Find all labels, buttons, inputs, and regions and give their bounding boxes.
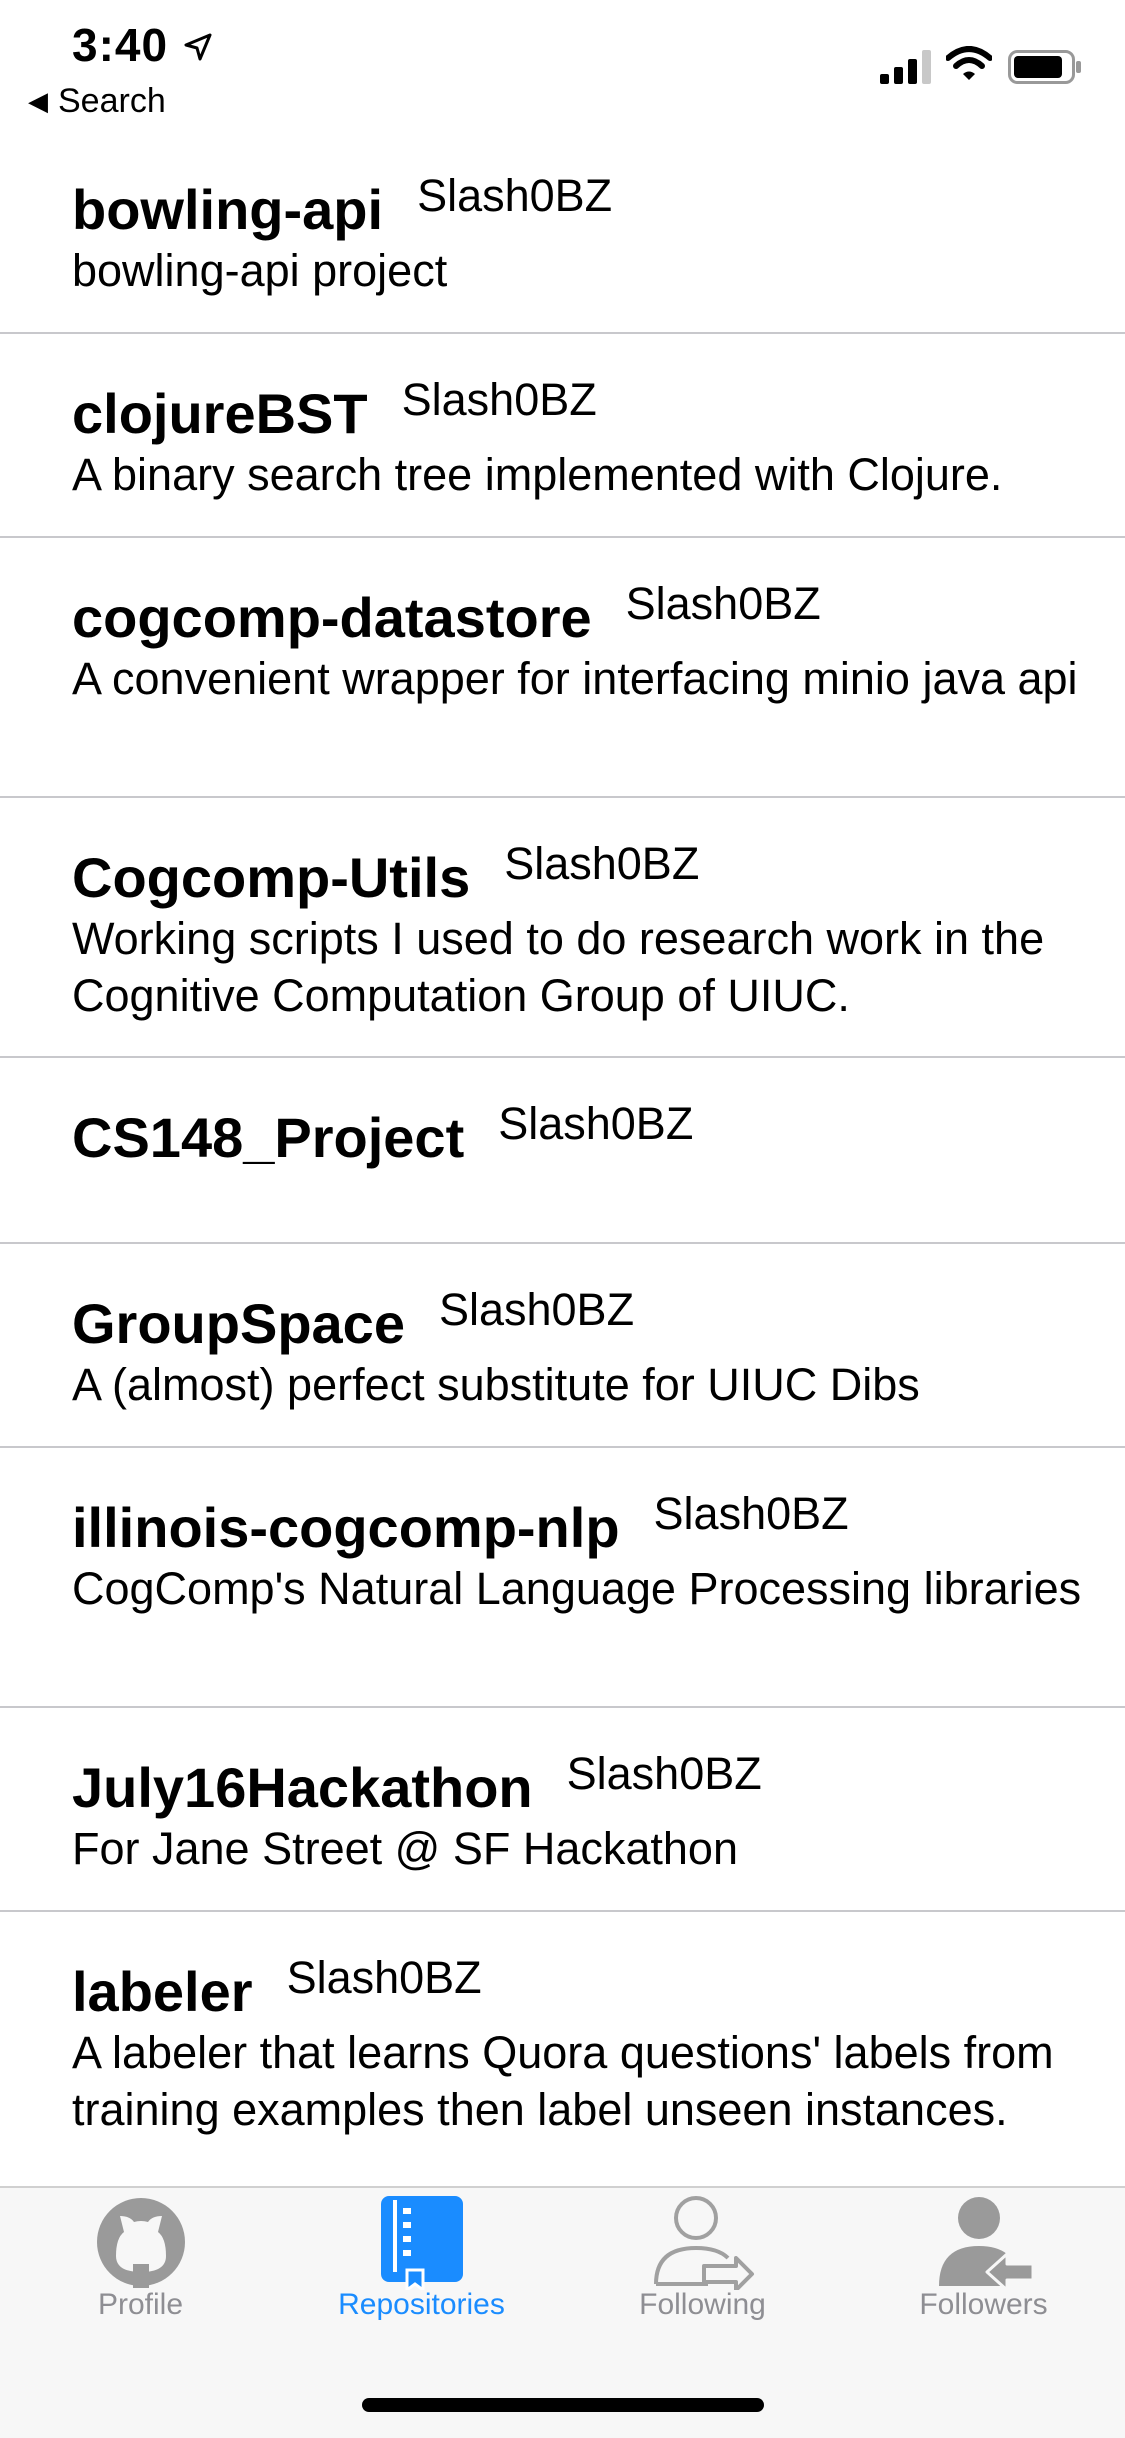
repo-owner: Slash0BZ (286, 1952, 482, 2003)
person-arrow-right-icon (653, 2196, 754, 2290)
repo-description: Working scripts I used to do research wo… (72, 913, 1045, 1021)
repo-name: bowling-api (72, 178, 384, 241)
repo-name: GroupSpace (72, 1292, 405, 1355)
tab-profile[interactable]: Profile (0, 2188, 281, 2328)
github-icon (96, 2198, 185, 2288)
back-triangle-icon: ◀ (28, 86, 48, 116)
repo-row[interactable]: Cogcomp-Utils Slash0BZ Working scripts I … (0, 798, 1125, 1058)
repo-name: labeler (72, 1960, 253, 2023)
repo-description: bowling-api project (72, 245, 448, 296)
wifi-icon (946, 46, 992, 80)
repo-name: clojureBST (72, 382, 368, 445)
repository-list: bowling-api Slash0BZ bowling-api project … (0, 148, 1125, 2242)
battery-icon (1008, 50, 1081, 84)
repo-owner: Slash0BZ (401, 374, 597, 425)
tab-bar: Profile Repositories Following Followers (0, 2186, 1125, 2438)
back-to-search-link[interactable]: ◀ Search (28, 82, 166, 121)
tab-following[interactable]: Following (562, 2188, 843, 2328)
repo-name: July16Hackathon (72, 1756, 533, 1819)
repo-name: Cogcomp-Utils (72, 846, 471, 909)
repo-row[interactable]: cogcomp-datastore Slash0BZ A convenient w… (0, 538, 1125, 798)
tab-label: Profile (97, 2288, 184, 2321)
repo-book-icon (380, 2196, 463, 2290)
tab-repositories[interactable]: Repositories (281, 2188, 562, 2328)
repo-row[interactable]: bowling-api Slash0BZ bowling-api project (0, 148, 1125, 334)
repo-name: cogcomp-datastore (72, 586, 592, 649)
repo-row[interactable]: GroupSpace Slash0BZ A (almost) perfect su… (0, 1244, 1125, 1448)
repo-owner: Slash0BZ (417, 170, 613, 221)
repo-description: A binary search tree implemented with Cl… (72, 449, 1003, 500)
repo-owner: Slash0BZ (438, 1284, 635, 1335)
tab-label: Following (639, 2288, 766, 2321)
repo-row[interactable]: clojureBST Slash0BZ A binary search tree … (0, 334, 1125, 538)
repo-owner: Slash0BZ (504, 838, 700, 889)
status-bar: 3:40 ◀ Search (0, 0, 1125, 132)
repo-description: A (almost) perfect substitute for UIUC D… (72, 1359, 920, 1410)
tab-label: Followers (919, 2288, 1048, 2321)
tab-followers[interactable]: Followers (843, 2188, 1124, 2328)
repo-row[interactable]: CS148_Project Slash0BZ (0, 1058, 1125, 1244)
repo-description: A convenient wrapper for interfacing min… (72, 653, 1078, 704)
repo-name: CS148_Project (72, 1106, 465, 1169)
status-time: 3:40 (72, 19, 169, 71)
repo-row[interactable]: illinois-cogcomp-nlp Slash0BZ CogComp's N… (0, 1448, 1125, 1708)
back-link-label: Search (58, 82, 166, 120)
repo-owner: Slash0BZ (566, 1748, 762, 1799)
repo-row[interactable]: July16Hackathon Slash0BZ For Jane Street … (0, 1708, 1125, 1912)
person-arrow-left-icon (938, 2197, 1034, 2290)
cellular-signal-icon (880, 50, 931, 84)
location-arrow-icon (184, 33, 212, 61)
repo-owner: Slash0BZ (625, 578, 821, 629)
repo-description: CogComp's Natural Language Processing li… (72, 1563, 1082, 1614)
home-indicator[interactable] (362, 2398, 764, 2412)
repo-description: A labeler that learns Quora questions' l… (72, 2027, 1054, 2135)
repo-name: illinois-cogcomp-nlp (72, 1496, 620, 1559)
repo-owner: Slash0BZ (498, 1098, 694, 1149)
repo-owner: Slash0BZ (653, 1488, 849, 1539)
repo-description: For Jane Street @ SF Hackathon (72, 1823, 738, 1874)
tab-label: Repositories (338, 2288, 505, 2321)
